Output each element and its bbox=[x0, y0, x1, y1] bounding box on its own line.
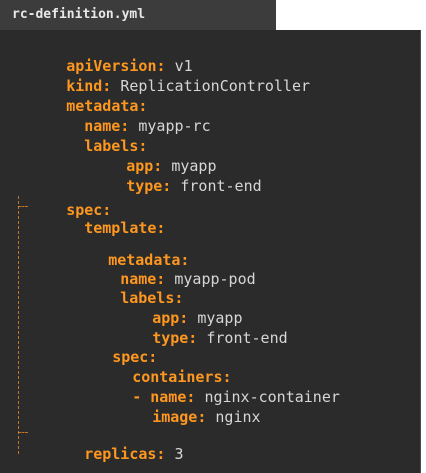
indent-guide-tick-replicas bbox=[18, 432, 28, 433]
yaml-key: type: bbox=[152, 329, 198, 347]
yaml-value: 3 bbox=[174, 445, 184, 463]
yaml-value: ReplicationController bbox=[120, 77, 311, 95]
code-line-replicas: replicas: 3 bbox=[30, 424, 183, 463]
file-tab[interactable]: rc-definition.yml bbox=[0, 0, 276, 30]
code-line-spec: spec: bbox=[12, 180, 111, 219]
code-line-template-metadata: metadata: bbox=[54, 230, 189, 269]
yaml-key: replicas: bbox=[84, 445, 166, 463]
yaml-viewer: rc-definition.yml apiVersion: v1 kind: R… bbox=[0, 0, 426, 473]
code-line-template: template: bbox=[30, 198, 165, 237]
code-line-api-version: apiVersion: v1 bbox=[12, 36, 192, 75]
code-line-template-app: app: myapp bbox=[98, 288, 242, 327]
yaml-key: type: bbox=[126, 177, 172, 195]
code-line-kind: kind: ReplicationController bbox=[12, 56, 310, 95]
code-line-metadata: metadata: bbox=[12, 76, 147, 115]
code-line-template-type: type: front-end bbox=[98, 308, 287, 347]
code-line-metadata-name: name: myapp-rc bbox=[30, 96, 210, 135]
code-line-container-name: - name: nginx-container bbox=[78, 367, 340, 406]
code-line-metadata-app: app: myapp bbox=[72, 136, 216, 175]
code-line-template-name: name: myapp-pod bbox=[66, 249, 255, 288]
code-line-template-labels: labels: bbox=[66, 268, 183, 307]
yaml-value: myapp-pod bbox=[174, 270, 256, 288]
code-line-template-spec: spec: bbox=[58, 327, 157, 366]
code-line-container-image: image: nginx bbox=[98, 387, 260, 426]
file-tab-title: rc-definition.yml bbox=[12, 7, 146, 22]
code-line-metadata-type: type: front-end bbox=[72, 156, 261, 195]
yaml-value: nginx bbox=[215, 408, 261, 426]
yaml-value: front-end bbox=[206, 329, 288, 347]
yaml-value: front-end bbox=[180, 177, 262, 195]
yaml-value: myapp-rc bbox=[138, 117, 211, 135]
code-line-containers: containers: bbox=[78, 347, 231, 386]
code-editor[interactable]: apiVersion: v1 kind: ReplicationControll… bbox=[0, 30, 421, 473]
code-line-metadata-labels: labels: bbox=[30, 116, 147, 155]
